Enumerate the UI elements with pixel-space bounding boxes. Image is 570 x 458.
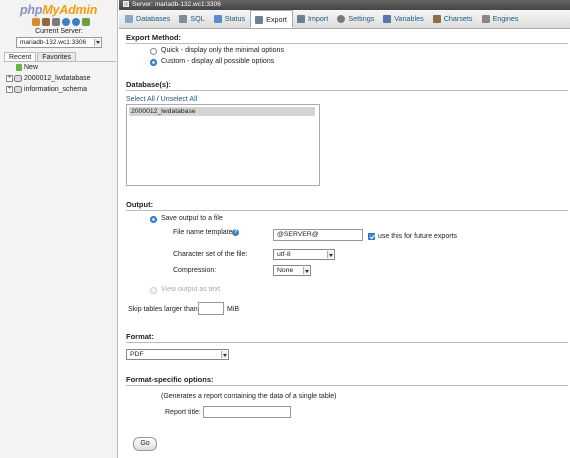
- remember-template-label[interactable]: use this for future exports: [378, 233, 457, 240]
- engines-icon: [481, 15, 490, 23]
- sql-query-icon[interactable]: [52, 18, 60, 26]
- sql-icon: [179, 15, 188, 23]
- tree-item-information-schema[interactable]: + information_schema: [4, 84, 116, 95]
- compression-select[interactable]: None: [273, 265, 311, 276]
- navigation-panel: phpMyAdmin Current Server: mariadb-132.w…: [0, 0, 118, 458]
- tab-favorites[interactable]: Favorites: [37, 52, 76, 61]
- server-icon: [123, 1, 129, 7]
- divider: [126, 342, 568, 343]
- tab-sql[interactable]: SQL: [175, 10, 209, 28]
- tab-export[interactable]: Export: [250, 10, 293, 28]
- current-server-label: Current Server:: [35, 28, 83, 35]
- settings-icon: [337, 15, 346, 23]
- import-icon: [296, 15, 305, 23]
- chevron-down-icon: [221, 351, 227, 358]
- format-title: Format:: [126, 332, 154, 341]
- chevron-down-icon: [303, 267, 309, 274]
- skip-tables-input[interactable]: [198, 302, 224, 315]
- tab-settings[interactable]: Settings: [333, 10, 379, 28]
- variables-icon: [383, 15, 392, 23]
- phpmyadmin-logo[interactable]: phpMyAdmin: [20, 3, 97, 17]
- divider: [126, 210, 568, 211]
- tab-charsets[interactable]: Charsets: [429, 10, 478, 28]
- databases-icon: [125, 15, 133, 23]
- charset-select[interactable]: utf-8: [273, 249, 335, 260]
- database-multiselect[interactable]: 2000012_lwdatabase: [126, 104, 320, 186]
- database-tree: New + 2000012_lwdatabase + information_s…: [4, 61, 116, 95]
- custom-export-label[interactable]: Custom - display all possible options: [161, 58, 274, 65]
- help-icon[interactable]: [72, 18, 80, 26]
- home-icon[interactable]: [32, 18, 40, 26]
- tab-import[interactable]: Import: [293, 10, 333, 28]
- chevron-down-icon: [94, 39, 100, 46]
- tab-recent[interactable]: Recent: [4, 52, 37, 61]
- export-icon: [255, 16, 264, 24]
- charsets-icon: [432, 15, 441, 23]
- tree-item-2000012-lwdatabase[interactable]: + 2000012_lwdatabase: [4, 73, 116, 84]
- database-option[interactable]: 2000012_lwdatabase: [129, 107, 315, 116]
- chevron-down-icon: [327, 251, 333, 258]
- settings-icon[interactable]: [82, 18, 90, 26]
- save-to-file-label[interactable]: Save output to a file: [161, 215, 223, 222]
- status-icon: [213, 15, 222, 23]
- nav-icon-bar: [32, 18, 90, 26]
- databases-title: Database(s):: [126, 80, 172, 89]
- custom-export-radio[interactable]: [150, 59, 157, 66]
- go-button[interactable]: Go: [133, 437, 157, 451]
- tab-engines[interactable]: Engines: [478, 10, 524, 28]
- divider: [126, 385, 568, 386]
- unselect-all-link[interactable]: Unselect All: [161, 96, 198, 103]
- report-title-label: Report title:: [165, 409, 201, 416]
- database-icon: [14, 75, 22, 82]
- help-icon[interactable]: ?: [232, 229, 239, 236]
- top-menu: Databases SQL Status Export Import Setti…: [119, 10, 570, 29]
- select-links: Select All / Unselect All: [126, 96, 198, 103]
- export-method-title: Export Method:: [126, 33, 181, 42]
- new-database-icon: [16, 64, 22, 71]
- breadcrumb[interactable]: Server: mariadb-132.wc1:3306: [119, 0, 570, 10]
- format-description: (Generates a report containing the data …: [161, 393, 337, 400]
- tree-item-new[interactable]: New: [4, 62, 116, 73]
- filename-template-label: File name template:: [173, 229, 235, 236]
- view-as-text-label[interactable]: View output as text: [161, 286, 220, 293]
- tab-status[interactable]: Status: [210, 10, 250, 28]
- skip-tables-label: Skip tables larger than: [128, 306, 198, 313]
- report-title-input[interactable]: [203, 406, 291, 418]
- nav-tabs: Recent Favorites: [4, 52, 77, 61]
- tab-databases[interactable]: Databases: [121, 10, 175, 28]
- logout-icon[interactable]: [42, 18, 50, 26]
- database-icon: [14, 86, 22, 93]
- expand-icon[interactable]: +: [6, 86, 13, 93]
- expand-icon[interactable]: +: [6, 75, 13, 82]
- docs-icon[interactable]: [62, 18, 70, 26]
- quick-export-radio[interactable]: [150, 48, 157, 55]
- charset-label: Character set of the file:: [173, 251, 248, 258]
- quick-export-label[interactable]: Quick - display only the minimal options: [161, 47, 284, 54]
- select-all-link[interactable]: Select All: [126, 96, 155, 103]
- tab-variables[interactable]: Variables: [379, 10, 428, 28]
- divider: [126, 43, 568, 44]
- view-as-text-radio[interactable]: [150, 287, 157, 294]
- filename-template-input[interactable]: @SERVER@: [273, 229, 363, 241]
- skip-tables-unit: MiB: [227, 306, 240, 313]
- server-select[interactable]: mariadb-132.wc1:3306: [16, 37, 102, 48]
- remember-template-checkbox[interactable]: [368, 233, 375, 240]
- format-select[interactable]: PDF: [126, 349, 229, 360]
- divider: [126, 90, 568, 91]
- compression-label: Compression:: [173, 267, 217, 274]
- format-options-title: Format-specific options:: [126, 375, 214, 384]
- main-content: Server: mariadb-132.wc1:3306 Databases S…: [119, 0, 570, 458]
- save-to-file-radio[interactable]: [150, 216, 157, 223]
- output-title: Output:: [126, 200, 154, 209]
